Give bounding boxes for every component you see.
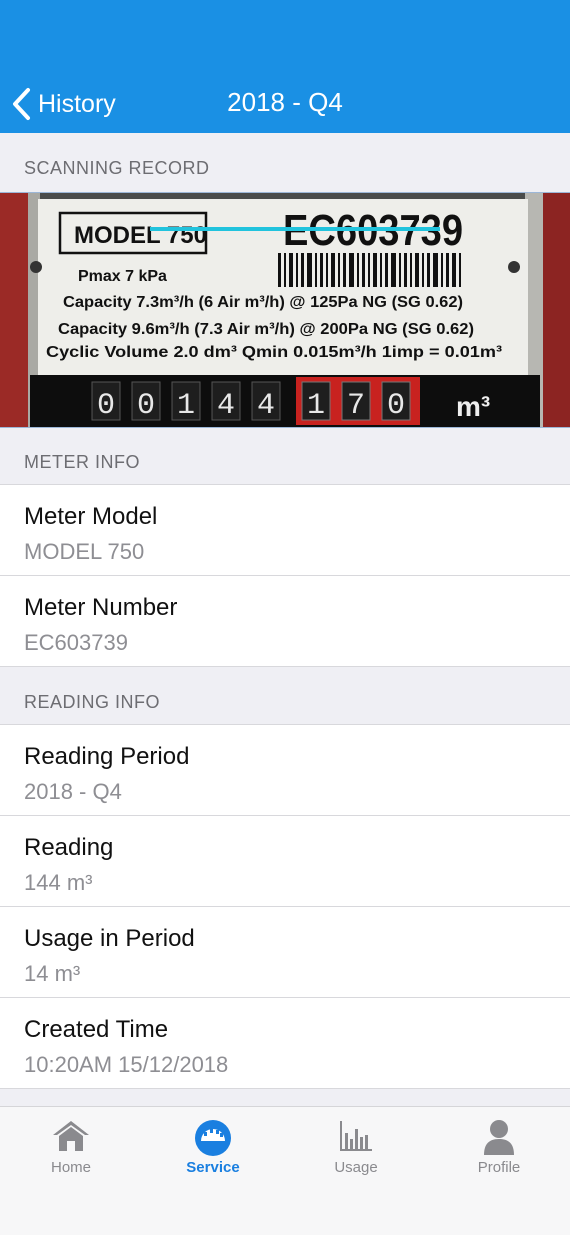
- photo-unit: m³: [456, 391, 490, 422]
- reading-info-list: Reading Period 2018 - Q4 Reading 144 m³ …: [0, 725, 570, 1089]
- list-item-meter-number: Meter Number EC603739: [0, 576, 570, 667]
- counter-digit: 0: [137, 389, 155, 423]
- row-value: EC603739: [24, 630, 128, 655]
- tab-service[interactable]: Service: [142, 1107, 284, 1187]
- list-item-usage-in-period: Usage in Period 14 m³: [0, 907, 570, 998]
- counter-digit: 0: [97, 389, 115, 423]
- photo-pmax-text: Pmax 7 kPa: [78, 268, 167, 285]
- row-value: 10:20AM 15/12/2018: [24, 1052, 229, 1077]
- row-label: Usage in Period: [24, 925, 195, 952]
- counter-black-digits: 00144: [91, 381, 281, 423]
- counter-digit: 4: [257, 389, 275, 423]
- photo-model-text: MODEL 750: [74, 222, 207, 249]
- row-label: Reading Period: [24, 743, 190, 770]
- row-label: Reading: [24, 834, 114, 861]
- tab-bar: Home Service Usage Profile: [0, 1106, 570, 1235]
- row-value: 14 m³: [24, 961, 81, 986]
- section-header-meter: METER INFO: [24, 452, 140, 472]
- tab-label: Home: [50, 1159, 91, 1176]
- counter-red-digits: 170: [301, 381, 411, 423]
- counter-digit: 4: [217, 389, 235, 423]
- bar-chart-icon: [340, 1121, 372, 1151]
- list-item-created-time: Created Time 10:20AM 15/12/2018: [0, 998, 570, 1089]
- meter-scan-image[interactable]: MODEL 750 EC603739 Pmax 7 kPa Capacity 7…: [0, 192, 570, 428]
- tab-home[interactable]: Home: [0, 1107, 142, 1187]
- photo-cyclic: Cyclic Volume 2.0 dm³ Qmin 0.015m³/h 1im…: [46, 344, 502, 361]
- list-item-reading: Reading 144 m³: [0, 816, 570, 907]
- tab-label: Usage: [334, 1159, 378, 1176]
- home-icon: [53, 1121, 89, 1151]
- row-label: Meter Number: [24, 594, 178, 621]
- tab-label: Profile: [477, 1159, 521, 1176]
- photo-capacity-2: Capacity 9.6m³/h (7.3 Air m³/h) @ 200Pa …: [58, 321, 474, 338]
- counter-digit-red: 1: [307, 389, 325, 423]
- tab-label: Service: [186, 1159, 240, 1176]
- section-header-reading: READING INFO: [24, 692, 161, 712]
- photo-capacity-1: Capacity 7.3m³/h (6 Air m³/h) @ 125Pa NG…: [63, 294, 463, 311]
- row-label: Created Time: [24, 1016, 169, 1043]
- row-value: MODEL 750: [24, 539, 145, 564]
- row-value: 2018 - Q4: [24, 779, 122, 804]
- counter-digit: 1: [177, 389, 195, 423]
- row-label: Meter Model: [24, 503, 158, 530]
- section-header-scanning: SCANNING RECORD: [24, 158, 210, 178]
- nav-bar: History 2018 - Q4: [0, 0, 570, 133]
- list-item-reading-period: Reading Period 2018 - Q4: [0, 725, 570, 816]
- meter-info-list: Meter Model MODEL 750 Meter Number EC603…: [0, 485, 570, 667]
- counter-digit-red: 7: [347, 389, 365, 423]
- tab-usage[interactable]: Usage: [285, 1107, 427, 1187]
- row-value: 144 m³: [24, 870, 93, 895]
- list-item-meter-model: Meter Model MODEL 750: [0, 485, 570, 576]
- tab-profile[interactable]: Profile: [428, 1107, 570, 1187]
- counter-digit-red: 0: [387, 389, 405, 423]
- gauge-icon: [195, 1120, 231, 1156]
- person-icon: [484, 1120, 514, 1155]
- page-title: 2018 - Q4: [227, 87, 343, 117]
